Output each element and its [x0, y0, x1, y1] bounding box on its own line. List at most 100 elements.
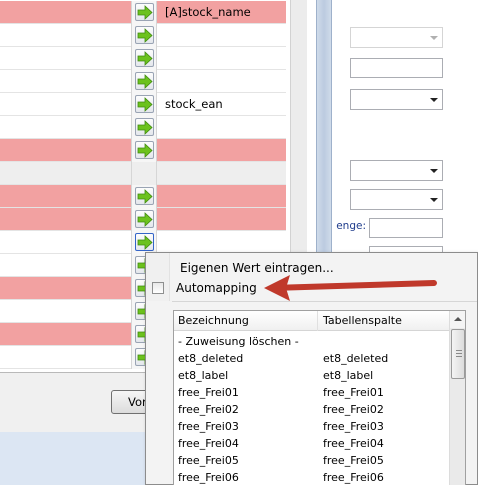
- list-item-column: free_Frei04: [323, 437, 384, 450]
- arrow-right-icon: [137, 97, 153, 112]
- target-cell[interactable]: [157, 24, 286, 47]
- list-item-name: et8_deleted: [178, 352, 244, 365]
- scroll-thumb[interactable]: [451, 329, 465, 379]
- header-tabellenspalte[interactable]: Tabellenspalte: [319, 311, 449, 331]
- arrow-cell: [131, 185, 157, 208]
- map-arrow-button[interactable]: [135, 233, 154, 251]
- source-cell[interactable]: [0, 231, 131, 254]
- arrow-cell: [131, 93, 157, 116]
- map-arrow-button[interactable]: [135, 72, 154, 90]
- arrow-right-icon: [137, 143, 153, 158]
- arrow-cell: [131, 231, 157, 254]
- annotation-arrow-icon: [264, 275, 437, 301]
- text-field[interactable]: [350, 58, 443, 78]
- source-cell[interactable]: [0, 93, 131, 116]
- grip-line: [456, 353, 462, 354]
- list-item[interactable]: et8_deleted et8_deleted: [174, 350, 449, 367]
- disabled-select: [350, 27, 443, 48]
- map-arrow-button[interactable]: [135, 210, 154, 228]
- target-cell[interactable]: [157, 139, 286, 162]
- arrow-right-icon: [137, 51, 153, 66]
- list-header: Bezeichnung Tabellenspalte: [174, 311, 449, 331]
- target-cell[interactable]: [157, 47, 286, 70]
- arrow-cell: [131, 47, 157, 70]
- mapping-row: [0, 208, 290, 231]
- map-arrow-button[interactable]: [135, 141, 154, 159]
- mapping-row: stock_ean: [0, 93, 290, 116]
- arrow-cell: [131, 70, 157, 93]
- list-item[interactable]: free_Frei03 free_Frei03: [174, 418, 449, 435]
- list-item[interactable]: free_Frei06 free_Frei06: [174, 469, 449, 485]
- list-item-column: free_Frei03: [323, 420, 384, 433]
- map-arrow-button[interactable]: [135, 95, 154, 113]
- mapping-row: [0, 116, 290, 139]
- chevron-down-icon: [430, 36, 438, 40]
- source-cell[interactable]: [0, 300, 131, 323]
- mapping-row: [0, 185, 290, 208]
- list-vertical-scrollbar[interactable]: [449, 311, 465, 485]
- target-cell[interactable]: [157, 70, 286, 93]
- select-field[interactable]: [350, 160, 443, 181]
- source-cell[interactable]: [0, 116, 131, 139]
- target-cell[interactable]: [157, 162, 286, 185]
- menu-item-automapping[interactable]: Automapping: [176, 281, 257, 295]
- header-bezeichnung[interactable]: Bezeichnung: [174, 311, 318, 331]
- chevron-up-icon: [454, 317, 462, 321]
- list-item-name: free_Frei01: [178, 386, 239, 399]
- arrow-cell: [131, 208, 157, 231]
- list-item-column: [319, 333, 449, 350]
- map-arrow-button[interactable]: [135, 3, 154, 21]
- source-cell[interactable]: [0, 70, 131, 93]
- map-arrow-button[interactable]: [135, 187, 154, 205]
- source-cell[interactable]: [0, 254, 131, 277]
- arrow-cell: [131, 24, 157, 47]
- list-item-column: free_Frei02: [323, 403, 384, 416]
- list-item[interactable]: free_Frei01 free_Frei01: [174, 384, 449, 401]
- list-item[interactable]: free_Frei05 free_Frei05: [174, 452, 449, 469]
- target-cell[interactable]: [157, 116, 286, 139]
- list-item[interactable]: et8_label et8_label: [174, 367, 449, 384]
- list-item-column: et8_label: [323, 369, 374, 382]
- map-arrow-button[interactable]: [135, 118, 154, 136]
- list-item[interactable]: - Zuweisung löschen -: [174, 333, 449, 350]
- source-cell[interactable]: [0, 162, 131, 185]
- target-cell[interactable]: [157, 231, 286, 254]
- column-list: Bezeichnung Tabellenspalte - Zuweisung l…: [173, 310, 466, 485]
- source-cell[interactable]: [0, 323, 131, 346]
- target-cell[interactable]: [A]stock_name: [157, 1, 286, 24]
- source-cell[interactable]: [0, 1, 131, 24]
- list-item-name: et8_label: [178, 369, 229, 382]
- arrow-right-icon: [137, 28, 153, 43]
- source-cell[interactable]: [0, 185, 131, 208]
- vor-button-label: Vor: [128, 395, 147, 409]
- list-item[interactable]: free_Frei02 free_Frei02: [174, 401, 449, 418]
- automapping-checkbox[interactable]: [152, 282, 164, 294]
- select-field[interactable]: [350, 189, 443, 210]
- list-item-name: free_Frei05: [178, 454, 239, 467]
- map-arrow-button[interactable]: [135, 26, 154, 44]
- list-item[interactable]: free_Frei04 free_Frei04: [174, 435, 449, 452]
- list-item-name: free_Frei04: [178, 437, 239, 450]
- source-cell[interactable]: [0, 24, 131, 47]
- chevron-down-icon: [430, 198, 438, 202]
- chevron-down-icon: [430, 98, 438, 102]
- target-cell[interactable]: [157, 208, 286, 231]
- source-cell[interactable]: [0, 208, 131, 231]
- mapping-row: [0, 139, 290, 162]
- source-cell[interactable]: [0, 346, 131, 369]
- source-cell[interactable]: [0, 47, 131, 70]
- select-field[interactable]: [350, 89, 443, 110]
- list-item-column: free_Frei06: [323, 471, 384, 484]
- mapping-row: [0, 162, 290, 185]
- arrow-cell: [131, 116, 157, 139]
- source-cell[interactable]: [0, 139, 131, 162]
- scroll-up-button[interactable]: [450, 311, 465, 328]
- source-cell[interactable]: [0, 277, 131, 300]
- target-cell[interactable]: stock_ean: [157, 93, 286, 116]
- arrow-cell: [131, 139, 157, 162]
- menge-field[interactable]: [369, 218, 443, 238]
- target-cell[interactable]: [157, 185, 286, 208]
- list-item-column: et8_deleted: [323, 352, 389, 365]
- arrow-right-icon: [137, 5, 153, 20]
- map-arrow-button[interactable]: [135, 49, 154, 67]
